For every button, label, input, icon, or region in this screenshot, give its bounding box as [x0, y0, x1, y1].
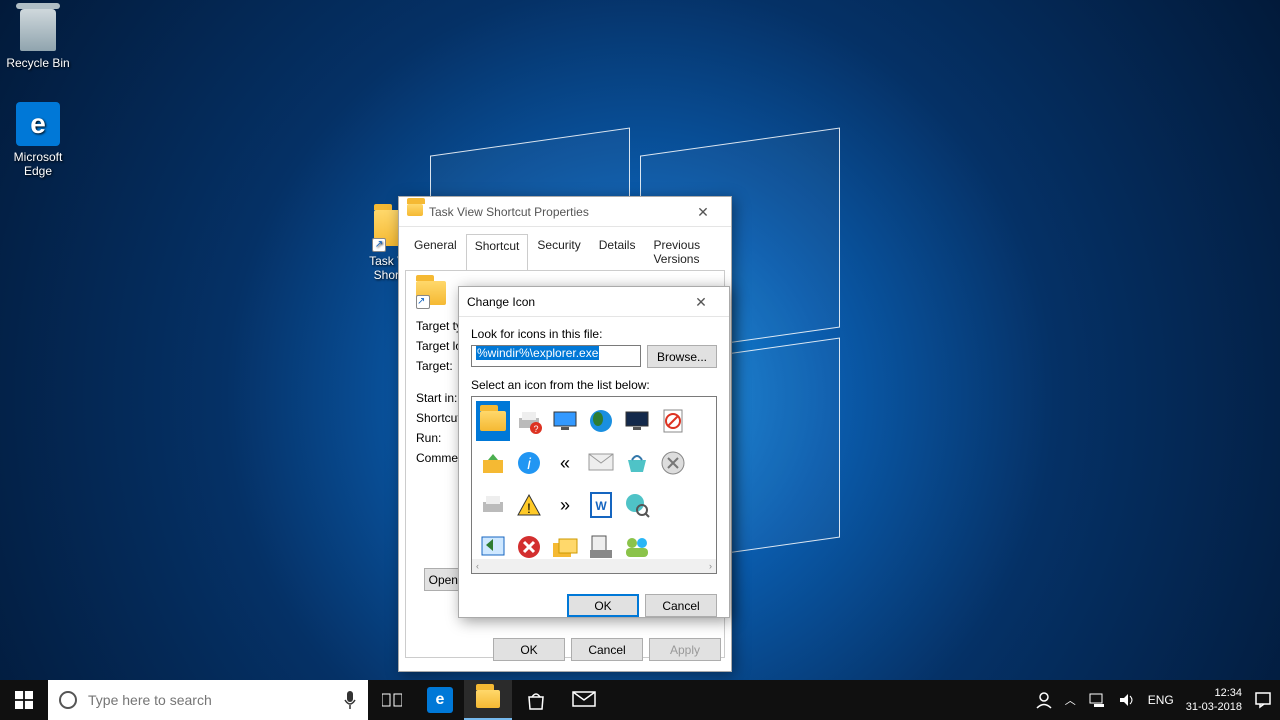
search-input[interactable]	[88, 680, 332, 720]
icon-option-blocked-page[interactable]	[656, 401, 690, 441]
folder-icon	[476, 690, 500, 708]
cancel-button[interactable]: Cancel	[645, 594, 717, 617]
icon-list: ? i « ! » W	[471, 396, 717, 574]
icon-file-path-input[interactable]: %windir%\explorer.exe	[471, 345, 641, 367]
icon-option-printer-question[interactable]: ?	[512, 401, 546, 441]
tray-chevron-up-icon[interactable]: ︿	[1065, 692, 1076, 708]
tab-details[interactable]: Details	[590, 233, 645, 270]
taskbar-app-store[interactable]	[512, 680, 560, 720]
tab-shortcut[interactable]: Shortcut	[466, 234, 529, 271]
browse-button[interactable]: Browse...	[647, 345, 717, 368]
icon-label: Recycle Bin	[0, 56, 76, 70]
network-icon[interactable]	[1088, 692, 1106, 708]
taskbar-app-mail[interactable]	[560, 680, 608, 720]
task-view-button[interactable]	[368, 680, 416, 720]
icon-option-warning[interactable]: !	[512, 485, 546, 525]
close-icon[interactable]: ✕	[683, 198, 723, 226]
ok-button[interactable]: OK	[567, 594, 639, 617]
icon-option-word-doc[interactable]: W	[584, 485, 618, 525]
horizontal-scrollbar[interactable]: ‹›	[472, 559, 716, 573]
windows-logo-icon	[15, 691, 33, 709]
recycle-bin-icon	[20, 9, 56, 51]
cortana-circle-icon	[48, 690, 88, 710]
ok-button[interactable]: OK	[493, 638, 565, 661]
titlebar[interactable]: Task View Shortcut Properties ✕	[399, 197, 731, 227]
action-center-icon[interactable]	[1254, 691, 1272, 709]
taskbar-app-explorer[interactable]	[464, 680, 512, 720]
icon-option-control-panel[interactable]	[620, 401, 654, 441]
svg-text:i: i	[527, 456, 531, 473]
date-text: 31-03-2018	[1186, 700, 1242, 714]
search-box[interactable]	[48, 680, 368, 720]
icon-option-envelope[interactable]	[584, 443, 618, 483]
cancel-button[interactable]: Cancel	[571, 638, 643, 661]
tab-security[interactable]: Security	[528, 233, 589, 270]
tab-strip: General Shortcut Security Details Previo…	[399, 227, 731, 270]
icon-option-cancel-circle[interactable]	[656, 443, 690, 483]
svg-text:!: !	[527, 500, 531, 516]
icon-option-globe-search[interactable]	[620, 485, 654, 525]
icon-option-forward[interactable]: »	[548, 485, 582, 525]
window-title: Change Icon	[467, 295, 681, 309]
icon-option-basket[interactable]	[620, 443, 654, 483]
select-icon-label: Select an icon from the list below:	[471, 378, 717, 392]
tab-previous-versions[interactable]: Previous Versions	[644, 233, 725, 270]
system-tray: ︿ ENG 12:34 31-03-2018	[1027, 686, 1280, 714]
change-icon-dialog: Change Icon ✕ Look for icons in this fil…	[458, 286, 730, 618]
clock[interactable]: 12:34 31-03-2018	[1186, 686, 1242, 714]
volume-icon[interactable]	[1118, 692, 1136, 708]
window-title: Task View Shortcut Properties	[429, 205, 683, 219]
icon-option-rewind[interactable]: «	[548, 443, 582, 483]
apply-button[interactable]: Apply	[649, 638, 721, 661]
icon-option-info[interactable]: i	[512, 443, 546, 483]
svg-text:?: ?	[533, 424, 538, 434]
tab-general[interactable]: General	[405, 233, 466, 270]
icon-option-empty	[656, 485, 690, 525]
desktop-icon-edge[interactable]: e Microsoft Edge	[0, 100, 76, 178]
look-for-icons-label: Look for icons in this file:	[471, 327, 717, 341]
microphone-icon[interactable]	[332, 690, 368, 710]
svg-text:W: W	[595, 499, 607, 513]
close-icon[interactable]: ✕	[681, 288, 721, 316]
desktop-icon-recycle-bin[interactable]: Recycle Bin	[0, 6, 76, 70]
edge-icon: e	[16, 102, 60, 146]
icon-label: Microsoft Edge	[0, 150, 76, 178]
icon-option-monitor[interactable]	[548, 401, 582, 441]
icon-option-folder-up[interactable]	[476, 443, 510, 483]
time-text: 12:34	[1186, 686, 1242, 700]
language-indicator[interactable]: ENG	[1148, 693, 1174, 707]
icon-option-globe[interactable]	[584, 401, 618, 441]
taskbar: e ︿ ENG 12:34 31-03-2018	[0, 680, 1280, 720]
people-icon[interactable]	[1035, 691, 1053, 709]
start-button[interactable]	[0, 680, 48, 720]
icon-option-printer[interactable]	[476, 485, 510, 525]
shortcut-arrow-icon: ↗	[416, 295, 430, 309]
icon-option-folder[interactable]	[476, 401, 510, 441]
folder-icon	[407, 204, 423, 220]
shortcut-arrow-icon: ↗	[372, 238, 386, 252]
taskbar-app-edge[interactable]: e	[416, 680, 464, 720]
titlebar[interactable]: Change Icon ✕	[459, 287, 729, 317]
